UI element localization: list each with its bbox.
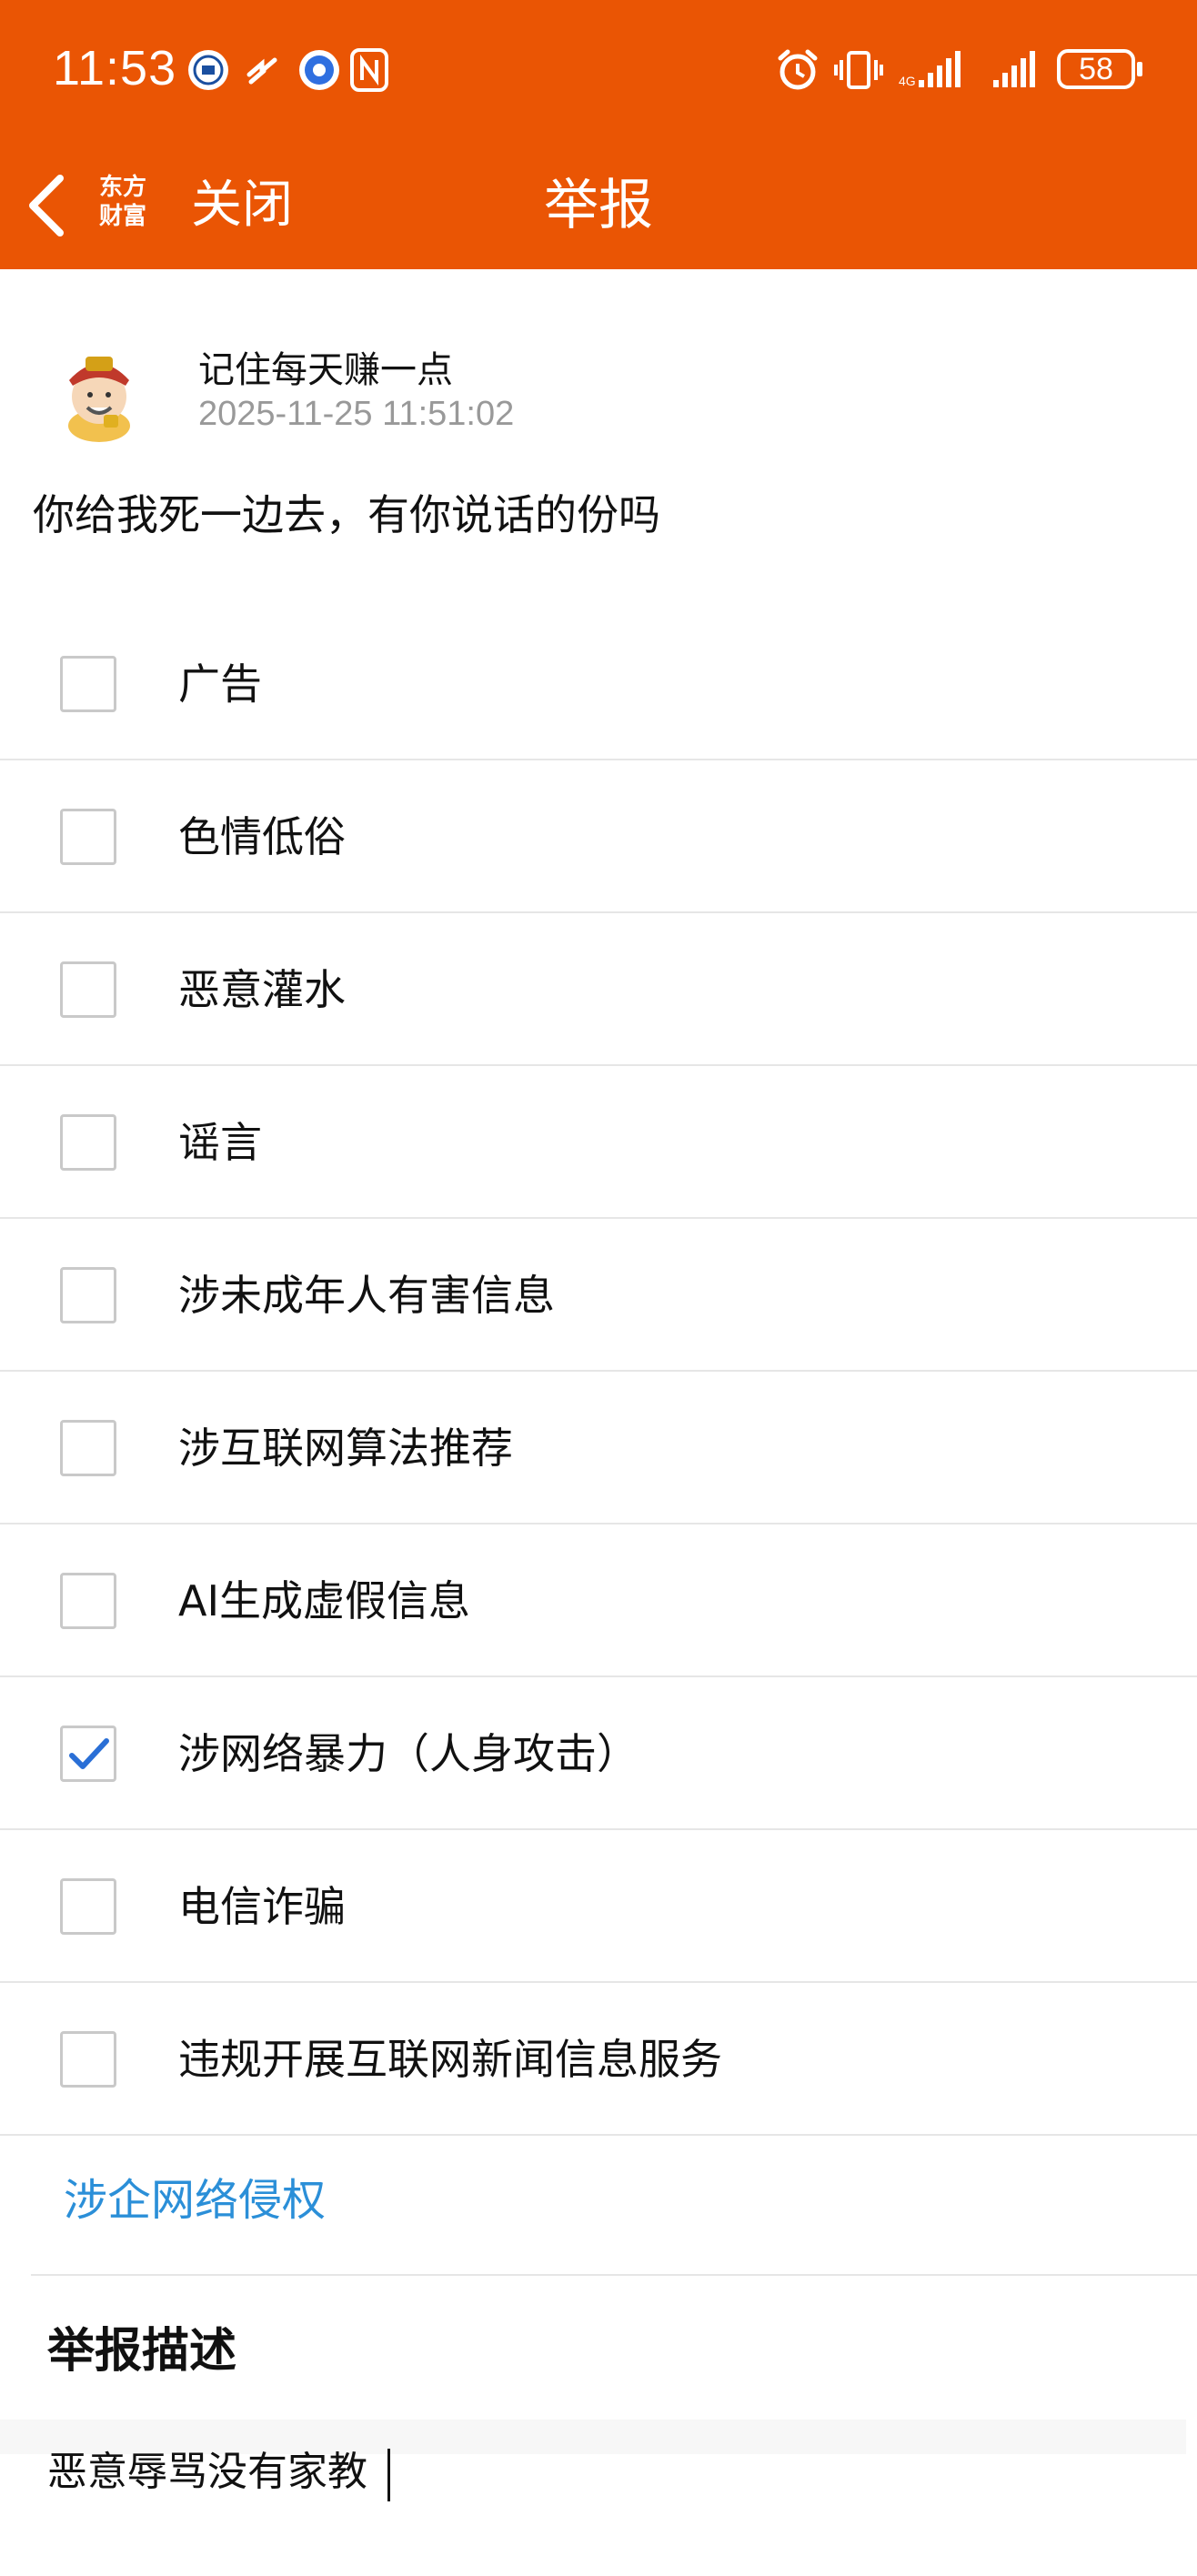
shield-icon [299, 50, 339, 90]
report-option-label: AI生成虚假信息 [178, 1576, 471, 1625]
report-option[interactable]: 涉互联网算法推荐 [0, 1372, 1197, 1524]
description-heading: 举报描述 [47, 2324, 237, 2379]
report-option[interactable]: 电信诈骗 [0, 1830, 1197, 1983]
top-bar: 11:53 4G 58 东方 财富 关闭 举报 [0, 0, 1197, 269]
signal-icon-2 [993, 51, 1035, 87]
divider [31, 2274, 1197, 2276]
checkbox[interactable] [60, 1420, 116, 1476]
checkbox[interactable] [60, 1267, 116, 1323]
checkbox[interactable] [60, 656, 116, 712]
report-option-label: 色情低俗 [178, 812, 346, 861]
checkbox[interactable] [60, 1878, 116, 1935]
checkbox[interactable] [60, 2031, 116, 2088]
report-option-label: 广告 [178, 659, 262, 709]
report-option[interactable]: 违规开展互联网新闻信息服务 [0, 1983, 1197, 2136]
checkbox[interactable] [60, 1573, 116, 1629]
vibrate-icon [834, 51, 883, 89]
checkbox[interactable] [60, 809, 116, 865]
report-options-list: 广告色情低俗恶意灌水谣言涉未成年人有害信息 涉互联网算法推荐 AI生成虚假信息涉网络… [0, 608, 1197, 2136]
report-option-label: 谣言 [178, 1118, 262, 1167]
checkmark-icon [69, 1738, 109, 1769]
battery-nub [1137, 62, 1142, 76]
checkbox[interactable] [60, 961, 116, 1018]
signal-icon: 4G [899, 51, 961, 88]
checkbox[interactable] [60, 1726, 116, 1782]
sim-icon [188, 50, 228, 90]
report-option[interactable]: 恶意灌水 [0, 913, 1197, 1066]
report-option-label: 恶意灌水 [178, 965, 346, 1014]
page-title: 举报 [544, 174, 653, 237]
alarm-icon [778, 49, 818, 90]
battery-icon: 58 [1057, 49, 1135, 89]
corp-infringement-link[interactable]: 涉企网络侵权 [64, 2168, 326, 2232]
post-username: 记住每天赚一点 [198, 349, 453, 391]
report-option[interactable]: 涉未成年人有害信息 [0, 1219, 1197, 1372]
svg-text:4G: 4G [899, 74, 916, 88]
report-option-label: 涉未成年人有害信息 [178, 1271, 555, 1320]
text-caret [387, 2449, 390, 2501]
report-option-label: 违规开展互联网新闻信息服务 [178, 2035, 722, 2084]
avatar [68, 357, 130, 442]
report-option[interactable]: 广告 [0, 608, 1197, 760]
status-time: 11:53 [53, 41, 177, 96]
report-option-label: 电信诈骗 [178, 1882, 346, 1931]
broadcast-icon [246, 57, 277, 85]
status-bar: 11:53 4G 58 [0, 0, 1197, 146]
report-option[interactable]: 谣言 [0, 1066, 1197, 1219]
checkbox[interactable] [60, 1114, 116, 1171]
report-option[interactable]: 色情低俗 [0, 760, 1197, 913]
post-content: 你给我死一边去，有你说话的份吗 [33, 490, 660, 539]
report-option-label: 涉互联网算法推荐 [178, 1424, 513, 1473]
report-option[interactable]: AI生成虚假信息 [0, 1524, 1197, 1677]
post-timestamp: 2025-11-25 11:51:02 [198, 395, 515, 433]
nfc-icon [350, 48, 388, 92]
description-input[interactable]: 恶意辱骂没有家教 [47, 2443, 367, 2501]
report-option[interactable]: 涉网络暴力（人身攻击） [0, 1677, 1197, 1830]
nav-bar: 东方 财富 关闭 举报 [0, 146, 1197, 269]
report-option-label: 涉网络暴力（人身攻击） [178, 1729, 639, 1778]
